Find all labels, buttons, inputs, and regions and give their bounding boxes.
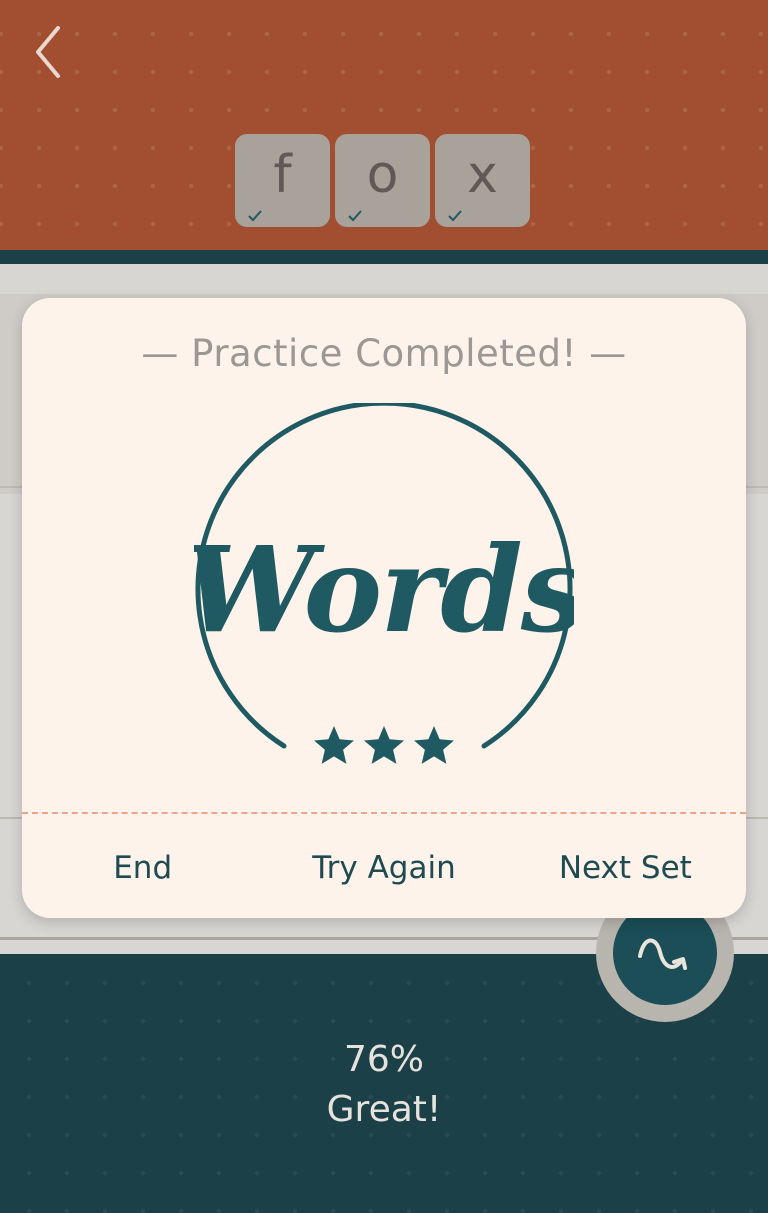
words-emblem: Words <box>194 403 574 764</box>
letter-tile[interactable]: f <box>235 134 330 227</box>
star-icon <box>364 726 404 764</box>
end-button[interactable]: End <box>22 838 263 898</box>
next-set-button[interactable]: Next Set <box>505 838 746 898</box>
dialog-divider <box>22 812 746 814</box>
tile-letter: f <box>273 144 292 205</box>
header-area: f o x <box>0 0 768 250</box>
dialog-title: — Practice Completed! — <box>141 332 627 375</box>
score-rating: Great! <box>326 1089 442 1130</box>
back-button[interactable] <box>26 22 70 82</box>
dialog-actions: End Try Again Next Set <box>22 838 746 898</box>
tile-letter: x <box>467 144 498 205</box>
header-divider <box>0 250 768 264</box>
wave-arrow-icon <box>638 938 687 970</box>
check-icon <box>348 210 362 222</box>
letter-tile[interactable]: o <box>335 134 430 227</box>
tile-letter: o <box>366 144 399 205</box>
score-summary: 76% Great! <box>0 1035 768 1135</box>
score-percent: 76% <box>343 1039 424 1080</box>
star-rating <box>314 726 454 764</box>
star-icon <box>314 726 354 764</box>
check-icon <box>248 210 262 222</box>
completion-dialog: — Practice Completed! — Words End Try Ag… <box>22 298 746 918</box>
emblem-text: Words <box>194 520 574 659</box>
try-again-button[interactable]: Try Again <box>263 838 504 898</box>
chevron-left-icon <box>36 26 60 78</box>
letter-tile[interactable]: x <box>435 134 530 227</box>
check-icon <box>448 210 462 222</box>
star-icon <box>414 726 454 764</box>
letter-tiles: f o x <box>235 134 530 227</box>
